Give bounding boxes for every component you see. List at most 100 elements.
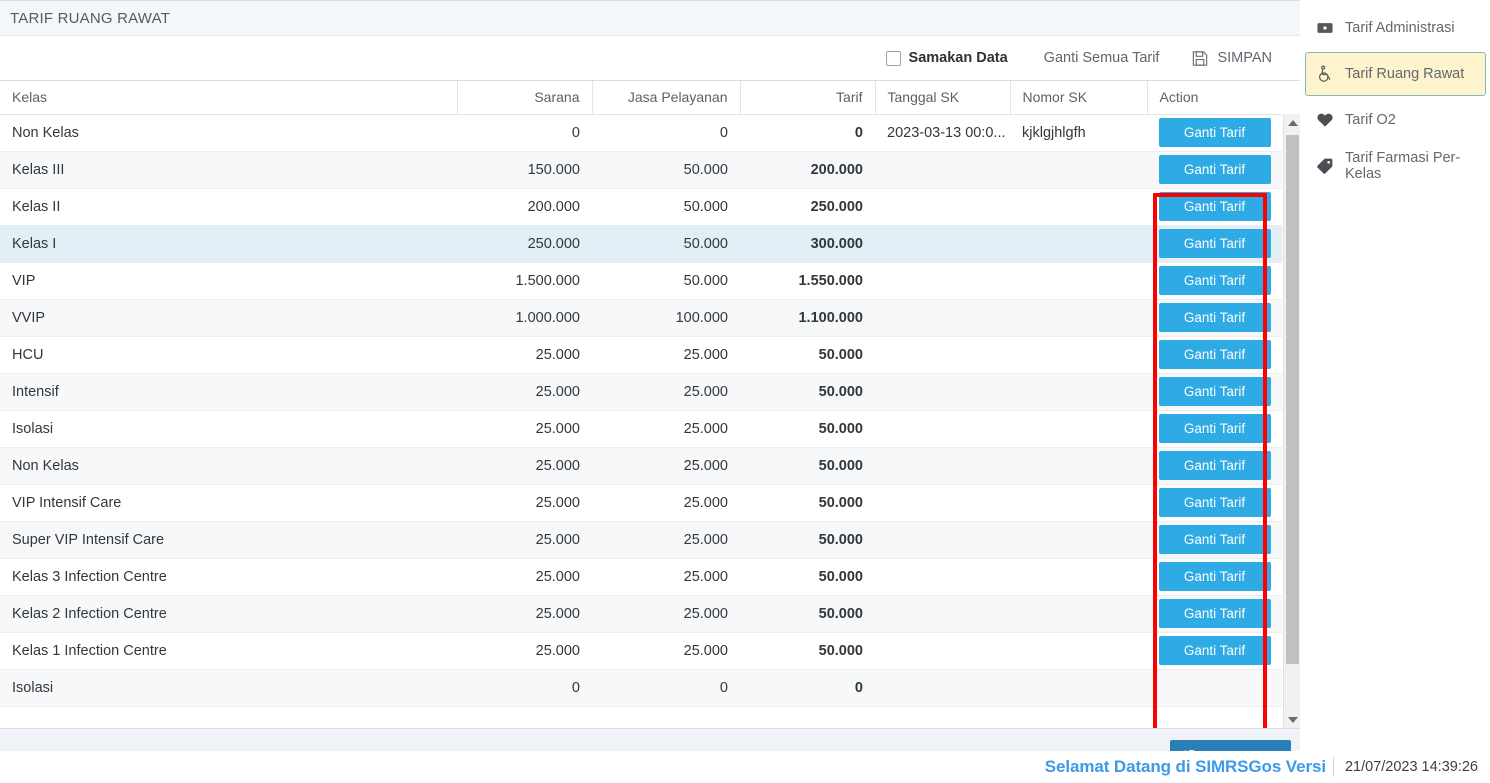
ganti-semua-tarif-button[interactable]: Ganti Semua Tarif	[1044, 50, 1160, 66]
cell-action: Ganti Tarif	[1147, 373, 1282, 411]
table-row[interactable]: Kelas 1 Infection Centre 25.000 25.000 50.0…	[0, 632, 1282, 670]
table-row[interactable]: Super VIP Intensif Care 25.000 25.000 50.00…	[0, 521, 1282, 559]
table-row[interactable]: HCU 25.000 25.000 50.000 Ganti Tarif	[0, 336, 1282, 374]
save-floppy-icon	[1191, 49, 1209, 67]
cell-tarif: 50.000	[740, 484, 875, 522]
cell-sarana: 0	[457, 669, 592, 707]
ganti-tarif-button[interactable]: Ganti Tarif	[1158, 192, 1271, 221]
table-row[interactable]: Non Kelas 25.000 25.000 50.000 Ganti Tarif	[0, 447, 1282, 485]
cell-tanggal-sk	[875, 558, 1010, 596]
samakan-data-checkbox[interactable]: Samakan Data	[885, 50, 1008, 66]
cell-action: Ganti Tarif	[1147, 632, 1282, 670]
table-row[interactable]: Kelas III 150.000 50.000 200.000 Ganti Tarif	[0, 151, 1282, 189]
table-row[interactable]: Isolasi 0 0 0	[0, 669, 1282, 707]
cell-tanggal-sk	[875, 262, 1010, 300]
ganti-tarif-button[interactable]: Ganti Tarif	[1158, 303, 1271, 332]
table-row[interactable]: Kelas 3 Infection Centre 25.000 25.000 50.0…	[0, 558, 1282, 596]
checkbox-box[interactable]	[885, 50, 901, 66]
cell-action: Ganti Tarif	[1147, 484, 1282, 522]
cell-action: Ganti Tarif	[1147, 447, 1282, 485]
cell-action: Ganti Tarif	[1147, 114, 1282, 152]
sidebar-item-tarif-farmasi-per-kelas[interactable]: Tarif Farmasi Per-Kelas	[1305, 144, 1486, 188]
cell-tarif: 50.000	[740, 595, 875, 633]
column-header-tarif[interactable]: Tarif	[740, 81, 876, 115]
table-vertical-scrollbar[interactable]	[1283, 114, 1300, 728]
column-header-action[interactable]: Action	[1147, 81, 1282, 115]
cell-kelas: Isolasi	[0, 410, 457, 448]
table-row[interactable]: Kelas 2 Infection Centre 25.000 25.000 50.0…	[0, 595, 1282, 633]
cell-kelas: Non Kelas	[0, 114, 457, 152]
cell-jasa-pelayanan: 25.000	[592, 484, 740, 522]
cell-jasa-pelayanan: 25.000	[592, 558, 740, 596]
ganti-tarif-button[interactable]: Ganti Tarif	[1158, 266, 1271, 295]
status-datetime: 21/07/2023 14:39:26	[1344, 759, 1478, 775]
page-title: TARIF RUANG RAWAT	[10, 9, 171, 27]
cell-tanggal-sk: 2023-03-13 00:0...	[875, 114, 1010, 152]
cell-jasa-pelayanan: 50.000	[592, 262, 740, 300]
status-divider	[1332, 757, 1334, 777]
ganti-tarif-button[interactable]: Ganti Tarif	[1158, 118, 1271, 147]
cell-nomor-sk	[1010, 558, 1147, 596]
cell-tanggal-sk	[875, 410, 1010, 448]
ganti-tarif-button[interactable]: Ganti Tarif	[1158, 155, 1271, 184]
cell-nomor-sk	[1010, 447, 1147, 485]
table-row[interactable]: VIP Intensif Care 25.000 25.000 50.000 Ganti…	[0, 484, 1282, 522]
cell-action: Ganti Tarif	[1147, 262, 1282, 300]
cell-nomor-sk	[1010, 299, 1147, 337]
cell-sarana: 250.000	[457, 225, 592, 263]
scroll-up-arrow[interactable]	[1284, 114, 1300, 131]
cell-tanggal-sk	[875, 595, 1010, 633]
cell-tanggal-sk	[875, 188, 1010, 226]
column-header-jasa-pelayanan[interactable]: Jasa Pelayanan	[592, 81, 741, 115]
column-header-kelas[interactable]: Kelas	[0, 81, 458, 115]
cell-kelas: Kelas I	[0, 225, 457, 263]
cell-jasa-pelayanan: 50.000	[592, 225, 740, 263]
sidebar-item-label: Tarif Ruang Rawat	[1345, 66, 1465, 82]
column-header-nomor-sk[interactable]: Nomor SK	[1010, 81, 1148, 115]
table-row[interactable]: Non Kelas 0 0 0 2023-03-13 00:0... kjklgjhlgf…	[0, 114, 1282, 152]
ganti-tarif-button[interactable]: Ganti Tarif	[1158, 377, 1271, 406]
ganti-tarif-button[interactable]: Ganti Tarif	[1158, 414, 1271, 443]
cell-sarana: 1.000.000	[457, 299, 592, 337]
table-row[interactable]: VIP 1.500.000 50.000 1.550.000 Ganti Tarif	[0, 262, 1282, 300]
column-header-sarana[interactable]: Sarana	[457, 81, 593, 115]
scrollbar-thumb[interactable]	[1286, 135, 1299, 664]
ganti-tarif-button[interactable]: Ganti Tarif	[1158, 488, 1271, 517]
table-row[interactable]: Kelas I 250.000 50.000 300.000 Ganti Tarif	[0, 225, 1282, 263]
ganti-tarif-button[interactable]: Ganti Tarif	[1158, 525, 1271, 554]
table-row[interactable]: Isolasi 25.000 25.000 50.000 Ganti Tarif	[0, 410, 1282, 448]
table-header-row: Kelas Sarana Jasa Pelayanan Tarif Tangga…	[0, 81, 1282, 115]
table-scroll-area: Kelas Sarana Jasa Pelayanan Tarif Tangga…	[0, 80, 1300, 728]
cell-kelas: Kelas II	[0, 188, 457, 226]
cell-tarif: 50.000	[740, 410, 875, 448]
cell-nomor-sk	[1010, 262, 1147, 300]
ganti-tarif-button[interactable]: Ganti Tarif	[1158, 451, 1271, 480]
wheelchair-icon	[1316, 65, 1334, 83]
cell-jasa-pelayanan: 25.000	[592, 521, 740, 559]
ganti-tarif-button[interactable]: Ganti Tarif	[1158, 636, 1271, 665]
ganti-tarif-button[interactable]: Ganti Tarif	[1158, 229, 1271, 258]
samakan-data-label: Samakan Data	[908, 50, 1008, 66]
sidebar-item-tarif-o2[interactable]: Tarif O2	[1305, 98, 1486, 142]
cell-jasa-pelayanan: 50.000	[592, 188, 740, 226]
cell-tarif: 50.000	[740, 336, 875, 374]
ganti-tarif-button[interactable]: Ganti Tarif	[1158, 340, 1271, 369]
ganti-tarif-button[interactable]: Ganti Tarif	[1158, 562, 1271, 591]
cell-tanggal-sk	[875, 484, 1010, 522]
cell-tarif: 50.000	[740, 558, 875, 596]
sidebar-item-tarif-administrasi[interactable]: Tarif Administrasi	[1305, 6, 1486, 50]
table-row[interactable]: Kelas II 200.000 50.000 250.000 Ganti Tarif	[0, 188, 1282, 226]
simpan-label: SIMPAN	[1217, 50, 1272, 66]
cell-jasa-pelayanan: 100.000	[592, 299, 740, 337]
ganti-tarif-button[interactable]: Ganti Tarif	[1158, 599, 1271, 628]
table-row[interactable]: VVIP 1.000.000 100.000 1.100.000 Ganti Tarif	[0, 299, 1282, 337]
sidebar-item-tarif-ruang-rawat[interactable]: Tarif Ruang Rawat	[1305, 52, 1486, 96]
cell-jasa-pelayanan: 25.000	[592, 410, 740, 448]
scroll-down-arrow[interactable]	[1284, 711, 1300, 728]
table-row[interactable]: Intensif 25.000 25.000 50.000 Ganti Tarif	[0, 373, 1282, 411]
cell-kelas: VIP Intensif Care	[0, 484, 457, 522]
column-header-tanggal-sk[interactable]: Tanggal SK	[875, 81, 1011, 115]
simpan-button[interactable]: SIMPAN	[1191, 49, 1272, 67]
cell-jasa-pelayanan: 25.000	[592, 373, 740, 411]
cell-sarana: 1.500.000	[457, 262, 592, 300]
